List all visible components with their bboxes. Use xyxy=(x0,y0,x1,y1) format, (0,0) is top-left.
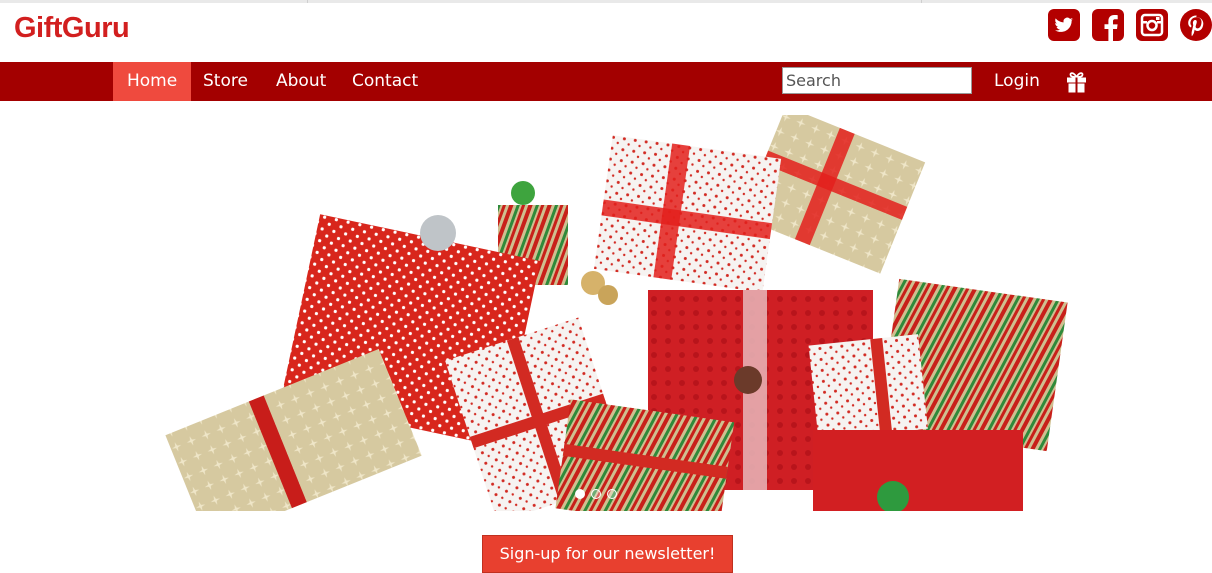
nav-about[interactable]: About xyxy=(262,62,340,101)
top-border-tick xyxy=(307,0,308,3)
nav-home[interactable]: Home xyxy=(113,62,192,101)
carousel-dot[interactable] xyxy=(575,489,585,499)
facebook-icon[interactable] xyxy=(1092,9,1124,41)
social-links xyxy=(1048,9,1212,41)
top-border xyxy=(0,0,1212,3)
main-navbar: Home Store About Contact Login xyxy=(0,62,1212,101)
newsletter-signup-button[interactable]: Sign-up for our newsletter! xyxy=(482,535,733,573)
top-border-tick xyxy=(921,0,922,3)
hero-carousel[interactable] xyxy=(133,115,1081,511)
gift-pile-image xyxy=(133,115,1081,511)
search-input[interactable] xyxy=(782,67,972,94)
twitter-icon[interactable] xyxy=(1048,9,1080,41)
carousel-dot[interactable] xyxy=(591,489,601,499)
carousel-dot[interactable] xyxy=(607,489,617,499)
carousel-indicators xyxy=(575,489,617,499)
site-logo[interactable]: GiftGuru xyxy=(14,12,130,45)
instagram-icon[interactable] xyxy=(1136,9,1168,41)
pinterest-icon[interactable] xyxy=(1180,9,1212,41)
gift-icon[interactable] xyxy=(1066,71,1087,93)
nav-store[interactable]: Store xyxy=(189,62,262,101)
login-link[interactable]: Login xyxy=(980,62,1054,101)
nav-contact[interactable]: Contact xyxy=(338,62,432,101)
